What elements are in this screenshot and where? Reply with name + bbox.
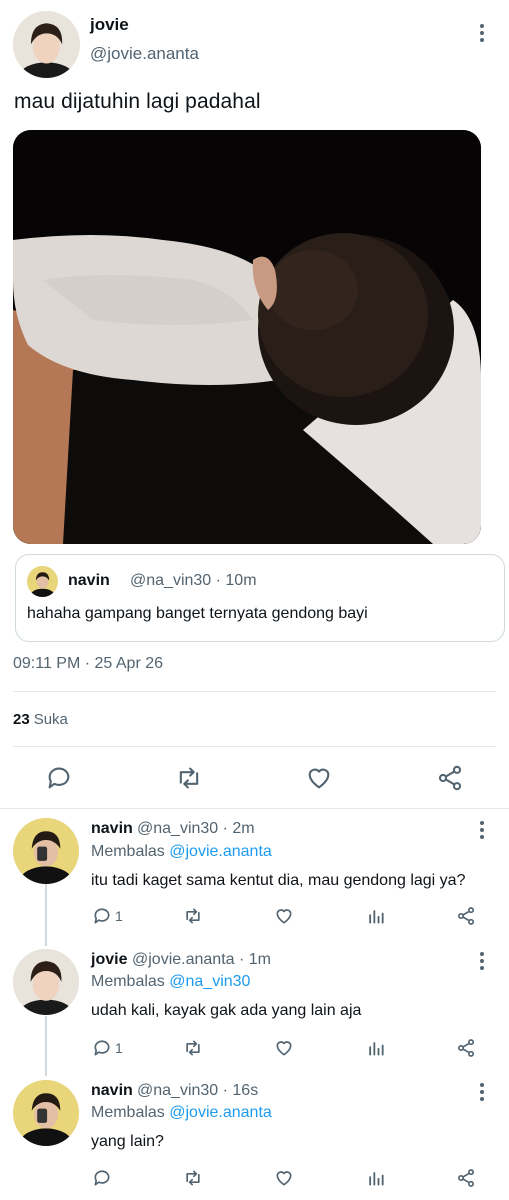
reply-avatar[interactable] xyxy=(13,949,79,1015)
reply-author-handle: @jovie.ananta · 1m xyxy=(132,951,271,968)
more-options-icon[interactable] xyxy=(472,1083,492,1103)
replying-to: Membalas @na_vin30 xyxy=(91,973,251,990)
tweet-photo[interactable] xyxy=(13,130,481,544)
analytics-icon[interactable] xyxy=(366,1038,386,1058)
quote-avatar[interactable] xyxy=(27,566,58,597)
mention-link[interactable]: @na_vin30 xyxy=(169,973,250,990)
reply-text: yang lain? xyxy=(91,1133,164,1150)
tweet-timestamp[interactable]: 09:11 PM · 25 Apr 26 xyxy=(13,655,163,673)
reply-author-name[interactable]: navin xyxy=(91,820,133,838)
reply-author-name[interactable]: navin xyxy=(91,1082,133,1100)
reply-count: 1 xyxy=(115,908,123,924)
like-icon[interactable] xyxy=(274,906,294,926)
quote-text: hahaha gampang banget ternyata gendong b… xyxy=(27,605,368,622)
retweet-icon[interactable] xyxy=(183,1168,203,1188)
reply-count: 1 xyxy=(115,1040,123,1056)
like-icon[interactable] xyxy=(305,764,333,792)
share-icon[interactable] xyxy=(436,764,464,792)
quote-author-handle: @na_vin30 · 10m xyxy=(130,572,257,589)
tweet-text: mau dijatuhin lagi padahal xyxy=(14,90,261,113)
thread-line xyxy=(45,1016,47,1076)
author-avatar[interactable] xyxy=(13,11,80,78)
reply-text: udah kali, kayak gak ada yang lain aja xyxy=(91,1002,362,1019)
like-icon[interactable] xyxy=(274,1038,294,1058)
more-options-icon[interactable] xyxy=(472,952,492,972)
retweet-icon[interactable] xyxy=(175,764,203,792)
reply-author-handle: @na_vin30 · 16s xyxy=(137,1082,259,1099)
more-options-icon[interactable] xyxy=(472,24,492,44)
mention-link[interactable]: @jovie.ananta xyxy=(169,1104,272,1121)
analytics-icon[interactable] xyxy=(366,1168,386,1188)
mention-link[interactable]: @jovie.ananta xyxy=(169,843,272,860)
like-icon[interactable] xyxy=(274,1168,294,1188)
likes-summary[interactable]: 23 Suka xyxy=(13,711,68,728)
likes-label: Suka xyxy=(33,711,68,728)
replying-to: Membalas @jovie.ananta xyxy=(91,1104,272,1121)
likes-count: 23 xyxy=(13,711,30,728)
more-options-icon[interactable] xyxy=(472,821,492,841)
reply-icon[interactable] xyxy=(92,906,112,926)
navin-avatar-image xyxy=(27,566,58,597)
author-name[interactable]: jovie xyxy=(90,15,129,35)
reply-avatar[interactable] xyxy=(13,818,79,884)
divider xyxy=(13,691,496,692)
analytics-icon[interactable] xyxy=(366,906,386,926)
share-icon[interactable] xyxy=(456,906,476,926)
reply-avatar[interactable] xyxy=(13,1080,79,1146)
share-icon[interactable] xyxy=(456,1038,476,1058)
baby-photo-image xyxy=(13,130,481,544)
author-handle[interactable]: @jovie.ananta xyxy=(90,44,199,64)
quote-author-name: navin xyxy=(68,572,110,589)
retweet-icon[interactable] xyxy=(183,906,203,926)
jovie-avatar-image xyxy=(13,11,80,78)
thread-line xyxy=(45,884,47,946)
reply-text: itu tadi kaget sama kentut dia, mau gend… xyxy=(91,872,466,889)
divider xyxy=(13,746,496,747)
replying-to: Membalas @jovie.ananta xyxy=(91,843,272,860)
reply-icon[interactable] xyxy=(92,1038,112,1058)
share-icon[interactable] xyxy=(456,1168,476,1188)
reply-author-handle: @na_vin30 · 2m xyxy=(137,820,255,837)
reply-author-name[interactable]: jovie xyxy=(91,951,127,969)
reply-icon[interactable] xyxy=(45,764,73,792)
reply-icon[interactable] xyxy=(92,1168,112,1188)
quoted-tweet[interactable]: navin @na_vin30 · 10m hahaha gampang ban… xyxy=(15,554,505,642)
divider xyxy=(0,808,509,809)
retweet-icon[interactable] xyxy=(183,1038,203,1058)
